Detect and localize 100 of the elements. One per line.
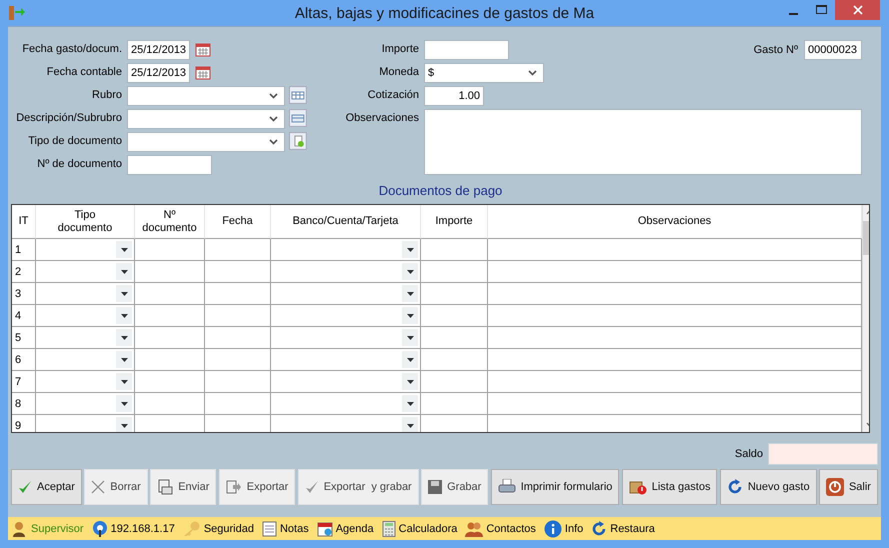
row-number: 4 (12, 305, 36, 327)
status-label: Contactos (486, 522, 536, 534)
table-cell[interactable] (135, 283, 205, 305)
table-cell[interactable] (205, 393, 271, 415)
table-cell[interactable] (488, 349, 862, 371)
dropdown-cell[interactable] (36, 393, 135, 415)
dropdown-arrow-icon (406, 380, 414, 384)
table-cell[interactable] (488, 305, 862, 327)
dropdown-cell[interactable] (271, 239, 421, 261)
dropdown-cell[interactable] (271, 327, 421, 349)
printer-icon (498, 479, 516, 495)
status-item[interactable]: Restaura (591, 520, 655, 536)
table-cell[interactable] (421, 261, 488, 283)
number-field[interactable]: 1.00 (424, 86, 484, 106)
table-cell[interactable] (421, 239, 488, 261)
status-label: Supervisor (31, 522, 84, 534)
dropdown-cell[interactable] (36, 371, 135, 393)
close-button[interactable] (835, 0, 880, 20)
input-field[interactable]: 00000023 (804, 40, 862, 60)
table-icon[interactable] (289, 86, 307, 104)
status-item[interactable]: Calculadora (382, 520, 458, 536)
checkmark-icon (18, 480, 32, 494)
dropdown-cell[interactable] (36, 349, 135, 371)
table-cell[interactable] (421, 371, 488, 393)
dropdown-cell[interactable] (36, 239, 135, 261)
column-header: Observaciones (488, 205, 862, 239)
dropdown-cell[interactable] (271, 349, 421, 371)
input-field[interactable] (424, 40, 509, 60)
field-label: Moneda (378, 65, 419, 78)
action-button[interactable]: Salir (818, 469, 878, 505)
table-cell[interactable] (135, 393, 205, 415)
status-item[interactable]: Notas (262, 520, 309, 536)
table-cell[interactable] (421, 305, 488, 327)
table-cell[interactable] (205, 261, 271, 283)
row-number: 8 (12, 393, 36, 415)
field-label: Tipo de documento (27, 134, 122, 147)
row-number: 2 (12, 261, 36, 283)
table-cell[interactable] (488, 327, 862, 349)
table-cell[interactable] (135, 305, 205, 327)
action-button[interactable]: Imprimir formulario (490, 469, 620, 505)
input-field[interactable] (127, 155, 212, 175)
field-label: Fecha gasto/docum. (21, 42, 122, 55)
balance-field[interactable] (768, 443, 878, 465)
action-button[interactable]: Lista gastos (622, 469, 718, 505)
notes-field[interactable] (424, 109, 862, 175)
table-cell[interactable] (205, 305, 271, 327)
dropdown-cell[interactable] (271, 283, 421, 305)
table-cell[interactable] (205, 371, 271, 393)
table-cell[interactable] (205, 283, 271, 305)
table-cell[interactable] (205, 327, 271, 349)
status-item[interactable]: Seguridad (182, 520, 254, 536)
action-button[interactable]: Nuevo gasto (720, 469, 817, 505)
dropdown-arrow-icon (120, 358, 128, 362)
document-add-icon[interactable] (289, 132, 307, 150)
status-label: Notas (280, 522, 309, 534)
table-cell[interactable] (488, 371, 862, 393)
table-cell[interactable] (421, 349, 488, 371)
people-icon (465, 520, 484, 536)
table-cell[interactable] (135, 371, 205, 393)
dropdown[interactable] (127, 109, 286, 129)
section-title: Documentos de pago (378, 183, 504, 198)
close-icon (852, 5, 862, 15)
dropdown-cell[interactable] (271, 371, 421, 393)
calendar-icon[interactable] (195, 43, 211, 57)
dropdown[interactable]: $ (424, 63, 544, 83)
date-field[interactable]: 25/12/2013 (127, 40, 190, 60)
dropdown-cell[interactable] (271, 305, 421, 327)
status-item[interactable]: Agenda (316, 520, 374, 536)
calendar-icon[interactable] (195, 66, 211, 80)
table-cell[interactable] (135, 261, 205, 283)
dropdown-cell[interactable] (271, 261, 421, 283)
dropdown[interactable] (127, 132, 286, 152)
table-cell[interactable] (135, 327, 205, 349)
table-cell[interactable] (421, 283, 488, 305)
table-cell[interactable] (488, 239, 862, 261)
table-cell[interactable] (488, 283, 862, 305)
field-label: Rubro (91, 88, 122, 101)
power-icon (826, 478, 844, 496)
dropdown-cell[interactable] (36, 261, 135, 283)
table-cell[interactable] (488, 393, 862, 415)
table-cell[interactable] (421, 393, 488, 415)
dropdown-cell[interactable] (36, 283, 135, 305)
dropdown-cell[interactable] (271, 393, 421, 415)
action-button[interactable]: Aceptar (11, 469, 82, 505)
dropdown-cell[interactable] (36, 327, 135, 349)
table-cell[interactable] (135, 349, 205, 371)
table-cell[interactable] (135, 239, 205, 261)
table-cell[interactable] (488, 261, 862, 283)
dropdown[interactable] (127, 86, 286, 106)
table-cell[interactable] (421, 327, 488, 349)
date-field[interactable]: 25/12/2013 (127, 63, 190, 83)
chevron-down-icon (269, 116, 278, 122)
close-icon (91, 480, 106, 494)
table-cell[interactable] (205, 349, 271, 371)
table-cell[interactable] (205, 239, 271, 261)
status-item[interactable]: Info (544, 520, 584, 538)
dropdown-cell[interactable] (36, 305, 135, 327)
status-item[interactable]: Contactos (465, 520, 536, 536)
status-item[interactable]: 192.168.1.17 (92, 520, 175, 536)
field-label: Cotización (366, 88, 419, 101)
